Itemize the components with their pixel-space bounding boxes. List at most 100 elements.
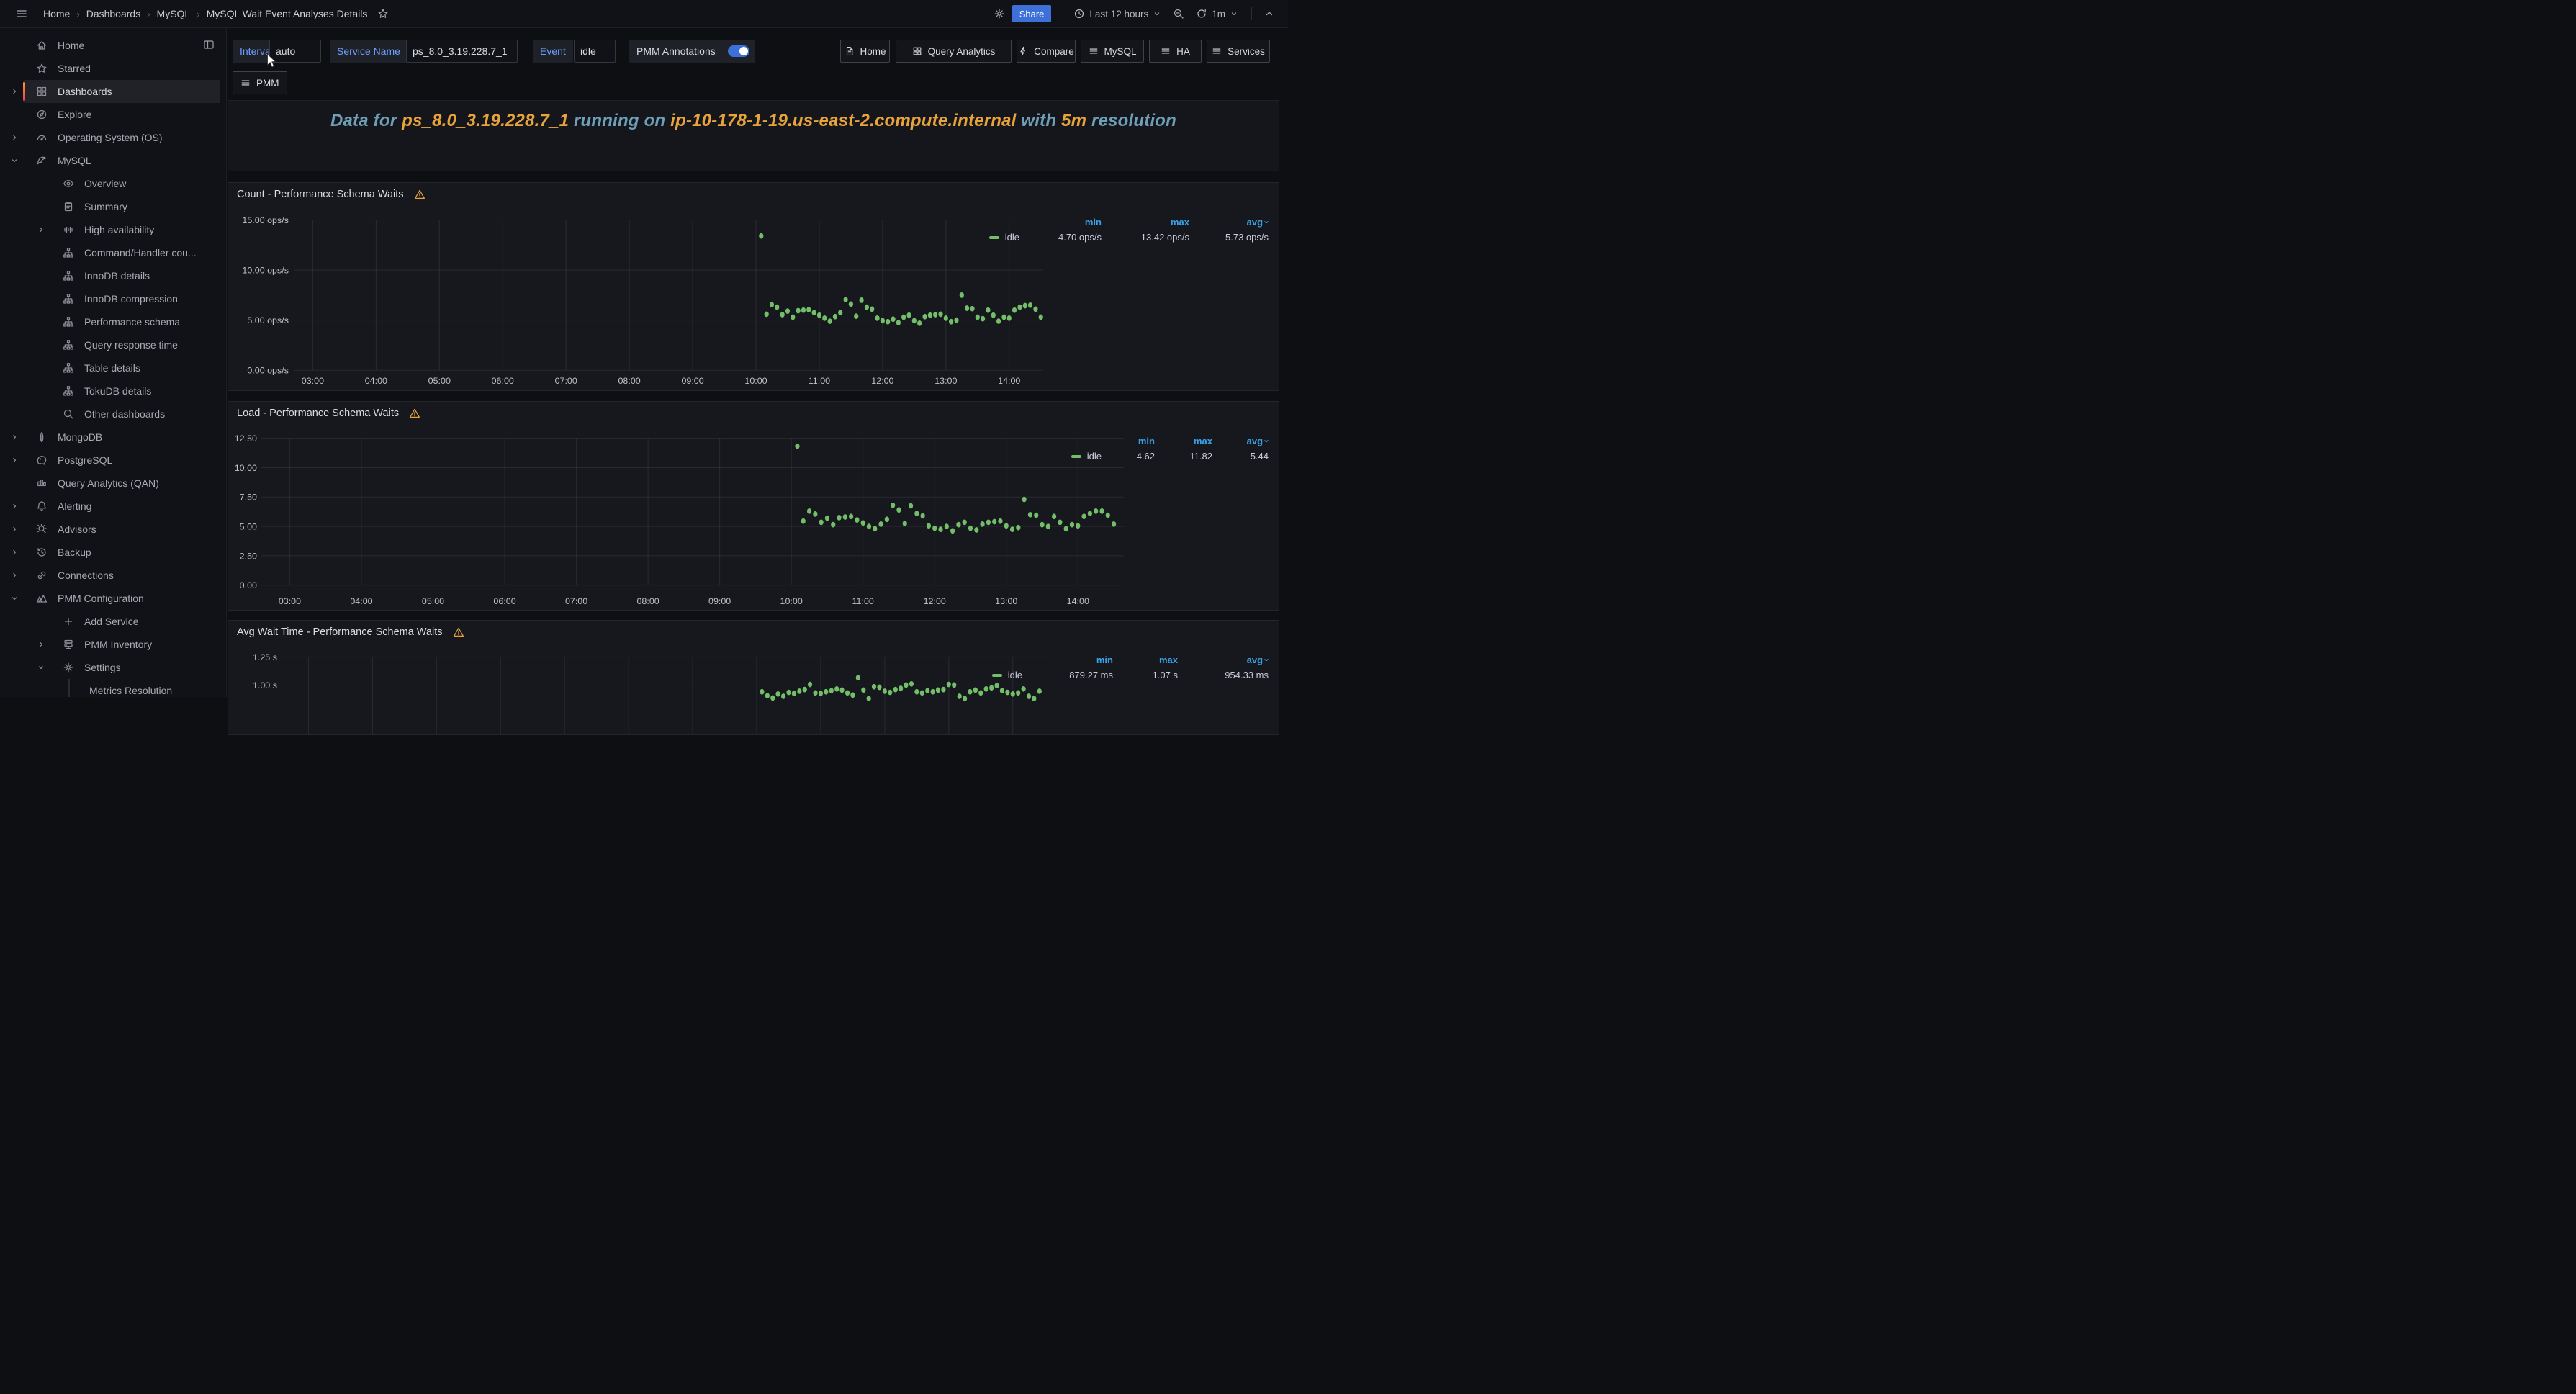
sidebar-item-innodb-compression[interactable]: InnoDB compression (0, 287, 226, 310)
event-select[interactable]: idle (574, 40, 616, 63)
sidebar-item-advisors[interactable]: Advisors (0, 518, 226, 541)
sidebar-item-overview[interactable]: Overview (0, 172, 226, 195)
chevron-right-icon[interactable] (32, 225, 50, 234)
zoom-out-icon (1173, 8, 1184, 19)
warning-icon[interactable] (453, 626, 464, 638)
chevron-right-icon[interactable] (6, 571, 23, 580)
sidebar-item-operating-system-os[interactable]: Operating System (OS) (0, 126, 226, 149)
legend-sort-max[interactable]: max (1102, 215, 1189, 230)
share-button[interactable]: Share (1012, 5, 1052, 22)
chevron-right-icon[interactable] (6, 456, 23, 464)
chevron-right-icon[interactable] (6, 87, 23, 96)
breadcrumb-item[interactable]: Dashboards (86, 8, 141, 19)
legend-sort-avg[interactable]: avg › (1212, 433, 1269, 449)
legend-series[interactable]: idle (989, 232, 1019, 243)
angle-right-icon (37, 640, 45, 649)
chevron-down-icon[interactable] (6, 594, 23, 603)
legend-series[interactable]: idle (1071, 451, 1102, 462)
pmm-link-button[interactable]: PMM (233, 71, 287, 94)
sidebar-item-mysql[interactable]: MySQL (0, 149, 226, 172)
sidebar-item-backup[interactable]: Backup (0, 541, 226, 564)
sidebar-item-high-availability[interactable]: High availability (0, 218, 226, 241)
search-icon (63, 408, 74, 420)
panel-header[interactable]: Load - Performance Schema Waits (237, 408, 420, 419)
svg-text:07:00: 07:00 (555, 376, 577, 386)
chevron-right-icon[interactable] (32, 640, 50, 649)
sidebar-item-starred[interactable]: Starred (0, 57, 226, 80)
sidebar-item-query-response-time[interactable]: Query response time (0, 333, 226, 356)
legend-sort-avg[interactable]: avg › (1189, 215, 1269, 230)
breadcrumb-item[interactable]: MySQL (157, 8, 191, 19)
sidebar-item-tokudb-details[interactable]: TokuDB details (0, 379, 226, 403)
sidebar-item-label: MongoDB (58, 431, 102, 443)
warning-icon[interactable] (414, 189, 425, 200)
legend-sort-min[interactable]: min (1102, 433, 1155, 449)
zoom-out-button[interactable] (1170, 5, 1187, 22)
pmm-annotations-toggle[interactable] (728, 45, 749, 57)
link-button-mysql[interactable]: MySQL (1081, 40, 1144, 63)
sidebar-item-innodb-details[interactable]: InnoDB details (0, 264, 226, 287)
chevron-right-icon[interactable] (6, 433, 23, 441)
legend-sort-min[interactable]: min (1022, 652, 1113, 667)
sidebar-item-metrics-resolution[interactable]: Metrics Resolution (0, 679, 226, 697)
chevron-down-icon[interactable] (6, 156, 23, 165)
service-name-select[interactable]: ps_8.0_3.19.228.7_1 (406, 40, 518, 63)
sidebar-item-other-dashboards[interactable]: Other dashboards (0, 403, 226, 426)
sidebar-item-add-service[interactable]: Add Service (0, 610, 226, 633)
legend-sort-avg[interactable]: avg › (1178, 652, 1269, 667)
sidebar-item-explore[interactable]: Explore (0, 103, 226, 126)
chevron-right-icon[interactable] (6, 133, 23, 142)
sidebar-item-label: PMM Inventory (84, 639, 152, 650)
sidebar-item-home[interactable]: Home (0, 34, 226, 57)
dock-sidebar-button[interactable] (203, 39, 215, 50)
sidebar-item-postgresql[interactable]: PostgreSQL (0, 449, 226, 472)
legend-sort-min[interactable]: min (1019, 215, 1102, 230)
mysql-icon (36, 155, 48, 166)
refresh-picker[interactable]: 1m (1192, 5, 1243, 22)
menu-toggle-button[interactable] (13, 5, 30, 22)
collapse-toolbar-button[interactable] (1261, 5, 1278, 22)
sidebar-item-summary[interactable]: Summary (0, 195, 226, 218)
svg-text:12.50: 12.50 (235, 433, 257, 444)
sidebar-item-query-analytics-qan[interactable]: Query Analytics (QAN) (0, 472, 226, 495)
sidebar-item-label: Backup (58, 547, 91, 558)
legend-sort-max[interactable]: max (1113, 652, 1178, 667)
angle-right-icon (10, 502, 19, 511)
warning-icon[interactable] (409, 408, 420, 419)
chevron-right-icon[interactable] (6, 548, 23, 557)
link-button-query-analytics[interactable]: Query Analytics (896, 40, 1012, 63)
link-button-compare[interactable]: Compare (1017, 40, 1076, 63)
svg-text:7.50: 7.50 (240, 493, 257, 503)
link-button-home[interactable]: Home (840, 40, 890, 63)
breadcrumb-item[interactable]: Home (43, 8, 70, 19)
legend-sort-max[interactable]: max (1155, 433, 1212, 449)
chevron-right-icon[interactable] (6, 502, 23, 511)
legend-series[interactable]: idle (992, 670, 1022, 680)
svg-text:05:00: 05:00 (422, 596, 444, 606)
link-button-ha[interactable]: HA (1149, 40, 1202, 63)
mountains-icon (36, 593, 48, 604)
breadcrumb-item[interactable]: MySQL Wait Event Analyses Details (207, 8, 368, 19)
panel-header[interactable]: Count - Performance Schema Waits (237, 189, 425, 200)
sidebar-item-settings[interactable]: Settings (0, 656, 226, 679)
time-range-picker[interactable]: Last 12 hours (1069, 5, 1166, 22)
dashboard-settings-button[interactable] (991, 5, 1008, 22)
sidebar-item-table-details[interactable]: Table details (0, 356, 226, 379)
sidebar-item-pmm-inventory[interactable]: PMM Inventory (0, 633, 226, 656)
sidebar-item-dashboards[interactable]: Dashboards (0, 80, 226, 103)
interval-select[interactable]: auto (269, 40, 321, 63)
sidebar-item-alerting[interactable]: Alerting (0, 495, 226, 518)
svg-text:06:00: 06:00 (492, 376, 514, 386)
sidebar-item-connections[interactable]: Connections (0, 564, 226, 587)
link-button-services[interactable]: Services (1207, 40, 1270, 63)
favorite-star-button[interactable] (374, 5, 392, 22)
sidebar-item-pmm-configuration[interactable]: PMM Configuration (0, 587, 226, 610)
sitemap-icon (63, 247, 74, 258)
panel-header[interactable]: Avg Wait Time - Performance Schema Waits (237, 626, 464, 638)
dashboard-canvas: Interval auto Service Name ps_8.0_3.19.2… (227, 27, 1288, 697)
sidebar-item-performance-schema[interactable]: Performance schema (0, 310, 226, 333)
chevron-right-icon[interactable] (6, 525, 23, 534)
sidebar-item-command-handler-cou[interactable]: Command/Handler cou... (0, 241, 226, 264)
sidebar-item-mongodb[interactable]: MongoDB (0, 426, 226, 449)
chevron-down-icon[interactable] (32, 663, 50, 672)
